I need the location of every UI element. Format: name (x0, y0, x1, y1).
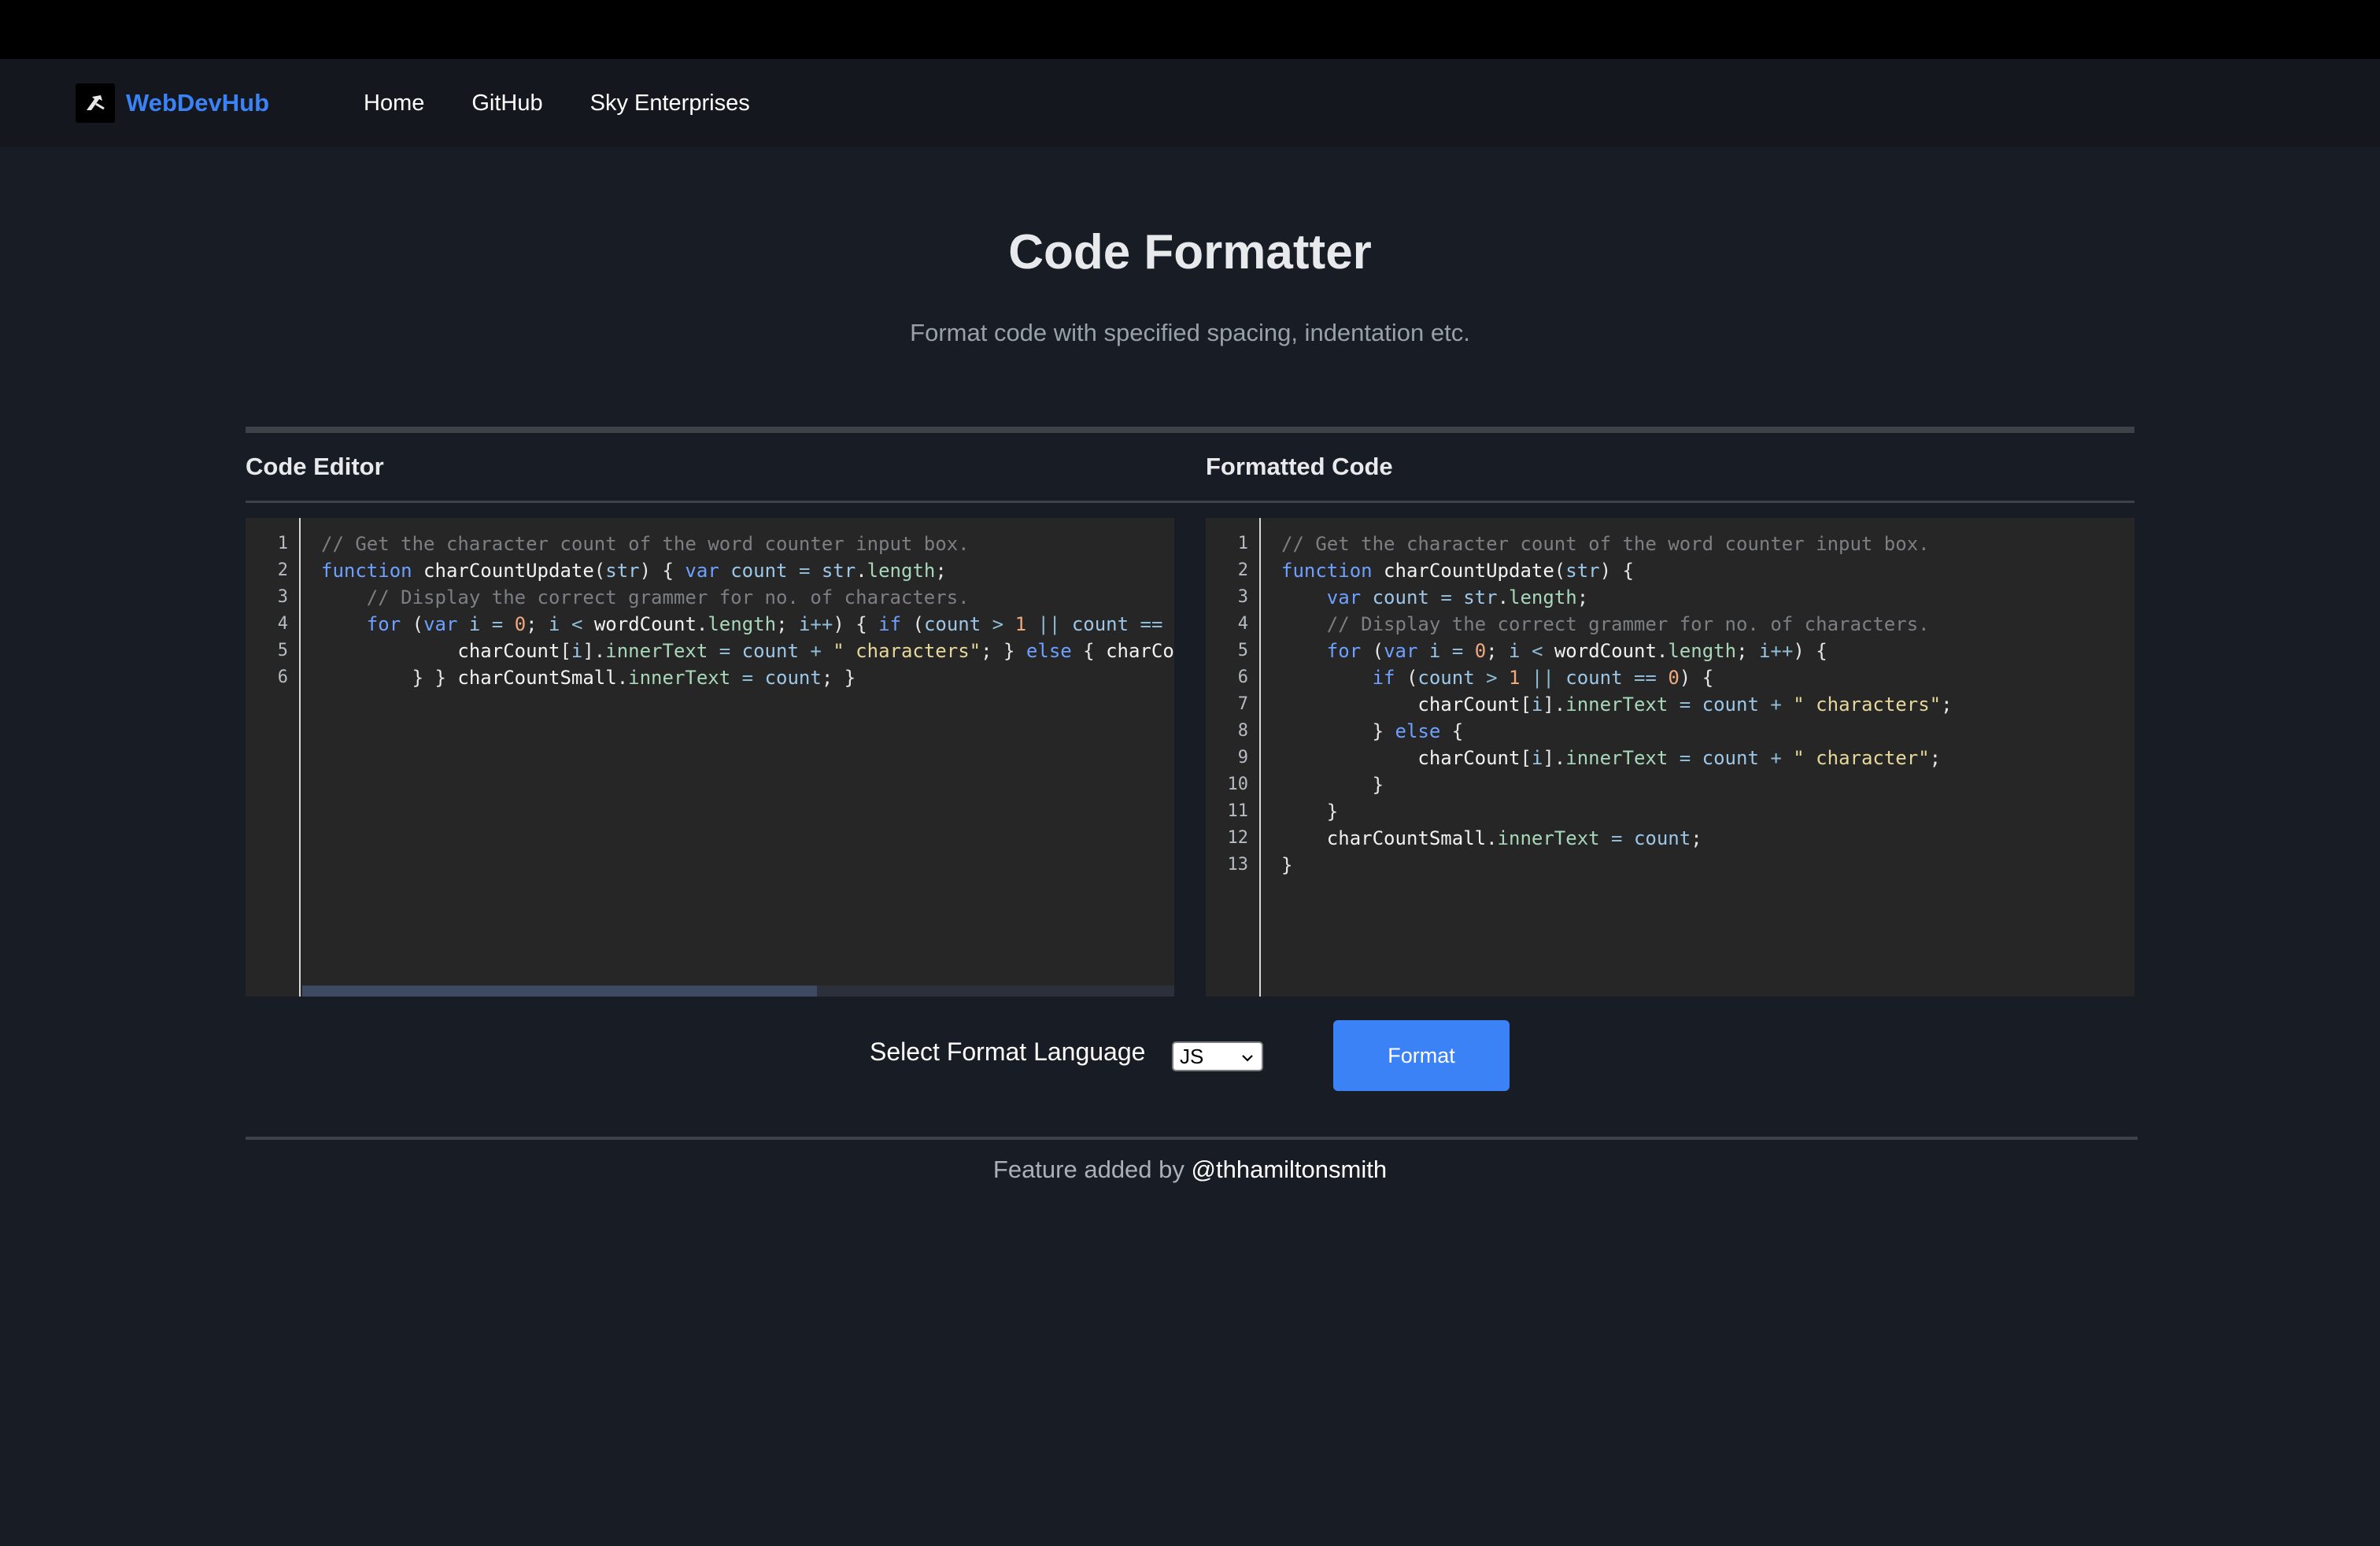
line-number: 3 (277, 587, 288, 607)
code-line: // Display the correct grammer for no. o… (1326, 613, 1930, 635)
page-subtitle: Format code with specified spacing, inde… (910, 319, 1470, 346)
panel-heading-divider (246, 501, 2134, 503)
line-number: 4 (1237, 614, 1248, 634)
code-line: function charCountUpdate(str) { (1281, 560, 1634, 582)
chevron-down-icon (1240, 1048, 1255, 1072)
code-line: for (var i = 0; i < wordCount.length; i+… (366, 613, 1174, 635)
code-line: } (1281, 854, 1293, 876)
line-number: 12 (1227, 828, 1249, 848)
footer-prefix: Feature added by (992, 1156, 1184, 1183)
line-number: 7 (1237, 694, 1248, 714)
code-line: var count = str.length; (1326, 586, 1589, 608)
nav-links: Home GitHub Sky Enterprises (364, 83, 797, 124)
section-divider-bottom (246, 1137, 2138, 1140)
line-number: 8 (1237, 721, 1248, 741)
line-number: 2 (277, 560, 288, 580)
nav-sky-enterprises[interactable]: Sky Enterprises (590, 91, 750, 117)
line-number: 9 (1237, 748, 1248, 767)
nav-home[interactable]: Home (364, 91, 424, 117)
brand-name: WebDevHub (126, 89, 270, 117)
line-number: 3 (1237, 587, 1248, 607)
line-number: 10 (1227, 775, 1249, 794)
brand-link[interactable]: WebDevHub (76, 83, 269, 124)
line-number: 5 (277, 641, 288, 660)
code-line: // Get the character count of the word c… (321, 533, 970, 555)
line-number: 2 (1237, 560, 1248, 580)
editor-gutter: 1 2 3 4 5 6 (246, 518, 301, 997)
line-number: 1 (277, 534, 288, 553)
output-code-area[interactable]: // Get the character count of the word c… (1262, 518, 2134, 997)
page-title: Code Formatter (1008, 225, 1372, 279)
format-controls: Select Format Language JS Format (0, 1020, 2380, 1091)
format-language-label: Select Format Language (870, 1037, 1146, 1066)
code-editor-heading: Code Editor (246, 453, 384, 480)
line-number: 1 (1237, 534, 1248, 553)
section-divider-top (246, 427, 2134, 433)
window-top-bar (0, 0, 2380, 59)
code-line: function charCountUpdate(str) { var coun… (321, 560, 947, 582)
line-number: 4 (277, 614, 288, 634)
code-line: // Display the correct grammer for no. o… (366, 586, 970, 608)
code-line: charCountSmall.innerText = count; (1326, 827, 1702, 849)
nav-github[interactable]: GitHub (471, 91, 542, 117)
code-editor[interactable]: 1 2 3 4 5 6 // Get the character count o… (246, 518, 1174, 997)
line-number: 13 (1227, 855, 1249, 875)
output-gutter: 1 2 3 4 5 6 7 8 9 10 11 12 13 (1206, 518, 1261, 997)
editor-horizontal-scrollbar[interactable] (302, 986, 1174, 997)
code-line: // Get the character count of the word c… (1281, 533, 1930, 555)
format-language-select[interactable]: JS (1172, 1041, 1263, 1071)
line-number: 6 (1237, 668, 1248, 687)
code-line: } } charCountSmall.innerText = count; } (412, 667, 856, 689)
scrollbar-thumb[interactable] (302, 986, 817, 997)
code-line: if (count > 1 || count == 0) { (1372, 667, 1714, 689)
line-number: 11 (1227, 801, 1249, 821)
code-line: } (1372, 774, 1384, 796)
line-number: 5 (1237, 641, 1248, 660)
format-button[interactable]: Format (1333, 1020, 1510, 1091)
code-line: charCount[i].innerText = count + " chara… (1417, 693, 1953, 716)
line-number: 6 (277, 668, 288, 687)
formatted-code-viewer[interactable]: 1 2 3 4 5 6 7 8 9 10 11 12 13 // Get the… (1206, 518, 2134, 997)
footer-credit: Feature added by @thhamiltonsmith (0, 1156, 2380, 1184)
formatted-code-heading: Formatted Code (1206, 453, 1393, 480)
code-line: charCount[i].innerText = count + " chara… (457, 640, 1174, 662)
webdevhub-logo-icon (76, 83, 115, 123)
footer-author-link[interactable]: @thhamiltonsmith (1192, 1156, 1388, 1183)
editor-code-area[interactable]: // Get the character count of the word c… (302, 518, 1174, 997)
selected-language: JS (1180, 1044, 1204, 1068)
code-line: charCount[i].innerText = count + " chara… (1417, 747, 1942, 769)
code-line: } (1326, 801, 1339, 823)
code-line: for (var i = 0; i < wordCount.length; i+… (1326, 640, 1828, 662)
navbar: WebDevHub Home GitHub Sky Enterprises (0, 59, 2380, 147)
code-line: } else { (1372, 720, 1464, 742)
